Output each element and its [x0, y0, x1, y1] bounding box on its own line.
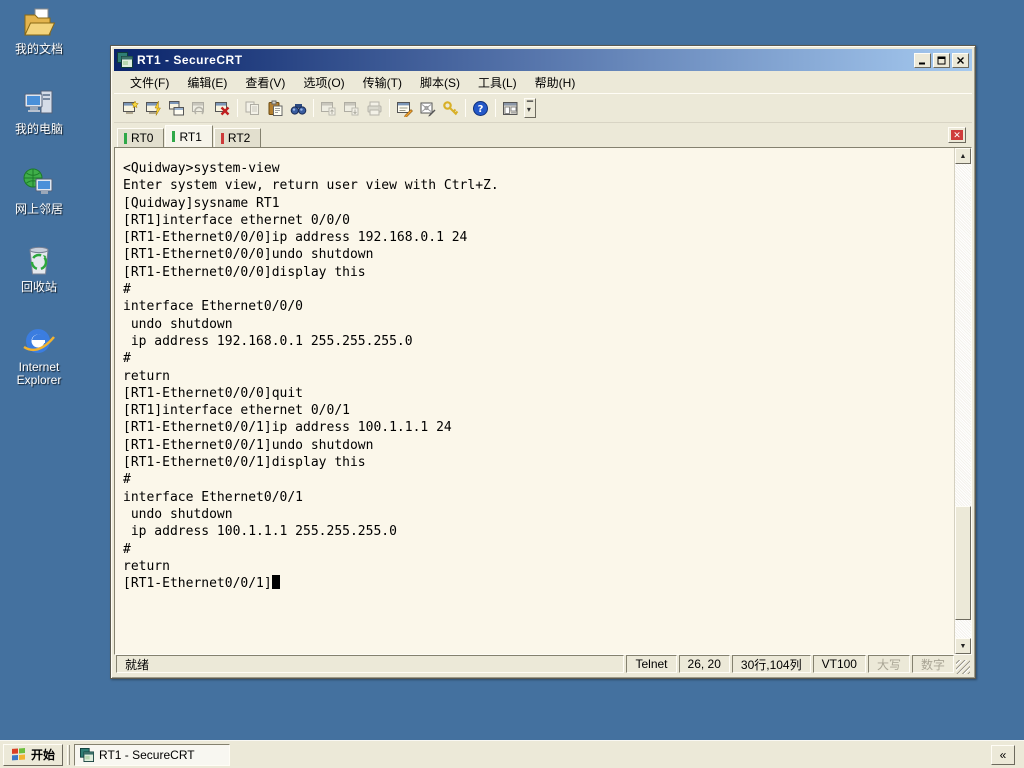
key-agent-icon[interactable]: [439, 97, 462, 120]
desktop-icon-my-documents[interactable]: 我的文档: [2, 6, 76, 56]
session-options-icon[interactable]: [393, 97, 416, 120]
session-tab-rt1[interactable]: RT1: [165, 125, 213, 147]
svg-text:?: ?: [478, 104, 484, 115]
status-num-lock: 数字: [911, 655, 954, 673]
minimize-button[interactable]: [914, 52, 931, 68]
tab-status-indicator: [172, 131, 176, 142]
task-label: RT1 - SecureCRT: [99, 747, 195, 762]
menu-file[interactable]: 文件(F): [121, 71, 178, 94]
desktop-icon-internet-explorer[interactable]: Internet Explorer: [2, 324, 76, 387]
keymap-editor-icon[interactable]: [416, 97, 439, 120]
quick-connect-icon[interactable]: [119, 97, 142, 120]
paste-icon[interactable]: [264, 97, 287, 120]
session-manager-icon[interactable]: [499, 97, 522, 120]
scroll-up-button[interactable]: ▲: [955, 148, 971, 164]
status-ready: 就绪: [116, 655, 625, 673]
desktop-icon-label: 我的电脑: [14, 122, 63, 136]
tab-label: RT2: [227, 131, 251, 145]
resize-grip[interactable]: [956, 660, 970, 674]
window-title: RT1 - SecureCRT: [137, 53, 243, 67]
desktop-icon-label: 回收站: [20, 280, 57, 294]
tab-label: RT0: [131, 131, 154, 145]
toolbar-separator: [389, 99, 390, 117]
tab-close-button[interactable]: ✕: [948, 127, 966, 143]
securecrt-task-icon: [80, 747, 95, 762]
desktop-icon-label: 网上邻居: [14, 202, 63, 216]
menu-transfer[interactable]: 传输(T): [354, 71, 411, 94]
status-protocol: Telnet: [626, 655, 677, 673]
download-icon[interactable]: [340, 97, 363, 120]
scrollbar-thumb[interactable]: [955, 506, 971, 620]
status-cursor-position: 26, 20: [678, 655, 730, 673]
disconnect-icon[interactable]: [211, 97, 234, 120]
close-tab-icon: ✕: [951, 130, 963, 140]
copy-icon[interactable]: [241, 97, 264, 120]
toolbar-separator: [313, 99, 314, 117]
scrollbar-track[interactable]: [955, 164, 971, 638]
menu-tools[interactable]: 工具(L): [469, 71, 526, 94]
taskbar-task-securecrt[interactable]: RT1 - SecureCRT: [74, 743, 231, 766]
desktop-icon-label: Internet Explorer: [16, 360, 62, 387]
help-icon[interactable]: ?: [469, 97, 492, 120]
desktop-icon-my-computer[interactable]: 我的电脑: [2, 86, 76, 136]
desktop-icon-label: 我的文档: [14, 42, 63, 56]
find-icon[interactable]: [287, 97, 310, 120]
my-computer-icon: [2, 86, 76, 120]
tab-status-indicator: [124, 132, 127, 144]
status-terminal-size: 30行,104列: [731, 655, 811, 673]
toolbar-separator: [495, 99, 496, 117]
taskbar-divider: [67, 744, 71, 765]
menu-bar: 文件(F) 编辑(E) 查看(V) 选项(O) 传输(T) 脚本(S) 工具(L) 帮助(H): [114, 71, 972, 94]
toolbar: ? ▔ ▾: [114, 94, 972, 123]
upload-icon[interactable]: [317, 97, 340, 120]
desktop: 我的文档我的电脑网上邻居回收站 Internet Explorer RT1 - S…: [0, 0, 1024, 768]
connect-icon[interactable]: [142, 97, 165, 120]
toolbar-overflow-chevron[interactable]: ▔ ▾: [524, 98, 536, 118]
tab-status-indicator: [220, 132, 224, 144]
menu-view[interactable]: 查看(V): [236, 71, 294, 94]
securecrt-window: RT1 - SecureCRT 文件(F) 编辑(E) 查看(V) 选项(O) 传输(T…: [110, 45, 976, 679]
status-caps-lock: 大写: [867, 655, 910, 673]
print-icon[interactable]: [363, 97, 386, 120]
window-titlebar[interactable]: RT1 - SecureCRT: [114, 49, 972, 71]
desktop-icon-recycle-bin[interactable]: 回收站: [2, 244, 76, 294]
taskbar: 开始 RT1 - SecureCRT «: [0, 740, 1024, 768]
start-button[interactable]: 开始: [3, 743, 64, 766]
terminal-area: <Quidway>system-view Enter system view, …: [114, 147, 972, 655]
network-places-icon: [2, 166, 76, 200]
scroll-down-button[interactable]: ▼: [955, 638, 971, 654]
toolbar-separator: [465, 99, 466, 117]
tab-bar: RT0 RT1 RT2 ✕: [114, 123, 972, 147]
securecrt-app-icon: [117, 52, 133, 68]
maximize-button[interactable]: [933, 52, 950, 68]
windows-logo-icon: [12, 747, 25, 760]
internet-explorer-icon: [2, 324, 76, 358]
connect-in-tab-icon[interactable]: [165, 97, 188, 120]
session-tab-rt2[interactable]: RT2: [213, 128, 262, 147]
close-button[interactable]: [952, 52, 969, 68]
start-label: 开始: [31, 748, 56, 762]
status-emulation: VT100: [812, 655, 866, 673]
tab-label: RT1: [179, 129, 202, 144]
my-documents-icon: [2, 6, 76, 40]
desktop-icon-network-places[interactable]: 网上邻居: [2, 166, 76, 216]
terminal-cursor: [271, 575, 280, 590]
hidden-icons-chevron[interactable]: «: [991, 744, 1015, 765]
terminal-scrollbar: ▲ ▼: [954, 148, 971, 654]
toolbar-separator: [237, 99, 238, 117]
menu-script[interactable]: 脚本(S): [411, 71, 469, 94]
session-tab-rt0[interactable]: RT0: [117, 128, 165, 147]
menu-edit[interactable]: 编辑(E): [178, 71, 236, 94]
menu-options[interactable]: 选项(O): [294, 71, 353, 94]
terminal-output[interactable]: <Quidway>system-view Enter system view, …: [115, 148, 954, 654]
menu-help[interactable]: 帮助(H): [526, 71, 585, 94]
status-bar: 就绪 Telnet 26, 20 30行,104列 VT100 大写 数字: [114, 653, 972, 675]
reconnect-icon[interactable]: [188, 97, 211, 120]
recycle-bin-icon: [2, 244, 76, 278]
